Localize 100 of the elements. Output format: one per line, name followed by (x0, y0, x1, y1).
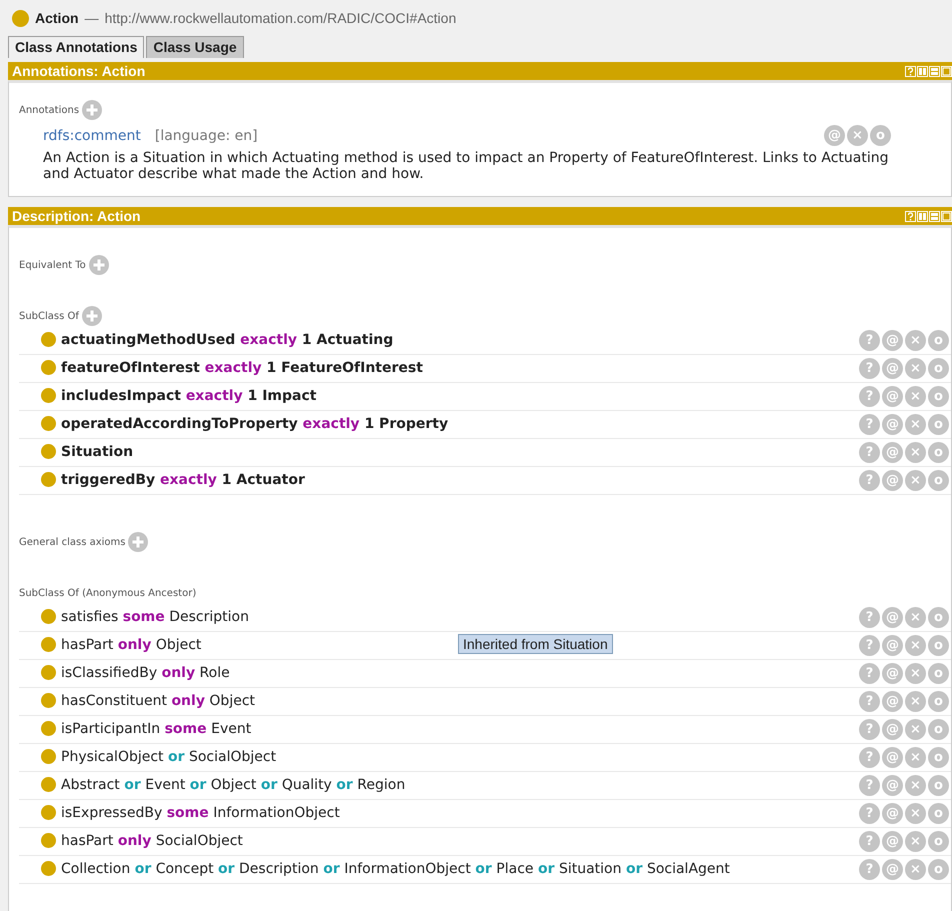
row-action-button[interactable]: @ (882, 607, 903, 628)
tab[interactable]: Class Usage (146, 36, 244, 58)
class-icon (41, 444, 56, 459)
row-action-button[interactable]: o (928, 859, 949, 880)
row-action-button[interactable]: o (928, 414, 949, 435)
class-icon (41, 665, 56, 680)
row-action-button[interactable]: o (928, 747, 949, 768)
row-action-button[interactable]: × (905, 442, 926, 463)
add-icon[interactable] (82, 306, 102, 326)
row-action-button[interactable]: @ (882, 470, 903, 491)
row-action-button[interactable]: @ (882, 747, 903, 768)
axiom-text: PhysicalObject or SocialObject (61, 748, 276, 767)
property-link[interactable]: rdfs:comment (43, 128, 141, 144)
row-action-button[interactable]: × (905, 358, 926, 379)
row-action-button[interactable]: @ (882, 803, 903, 824)
help-icon[interactable] (905, 66, 916, 76)
panel-title: Annotations: Action (12, 63, 146, 79)
axiom-text: actuatingMethodUsed exactly 1 Actuating (61, 331, 394, 350)
row-action-button[interactable]: o (928, 442, 949, 463)
row-action-button[interactable]: ? (859, 803, 880, 824)
row-action-button[interactable]: × (905, 719, 926, 740)
row-action-button[interactable]: @ (882, 330, 903, 351)
row-action-button[interactable]: × (905, 470, 926, 491)
window-icon[interactable] (941, 210, 952, 222)
row-action-button[interactable]: × (905, 859, 926, 880)
row-action-button[interactable]: × (905, 803, 926, 824)
row-action-button[interactable]: o (928, 386, 949, 407)
row-action-button[interactable]: ? (859, 358, 880, 379)
row-action-button[interactable]: @ (882, 663, 903, 684)
row-action-button[interactable]: o (928, 358, 949, 379)
row-action-button[interactable]: o (928, 663, 949, 684)
class-icon (41, 805, 56, 820)
row-action-button[interactable]: × (905, 663, 926, 684)
row-action-button[interactable]: × (847, 125, 868, 146)
row-action-button[interactable]: ? (859, 831, 880, 852)
class-icon (41, 609, 56, 624)
row-action-button[interactable]: @ (882, 358, 903, 379)
row-action-button[interactable]: × (905, 607, 926, 628)
row-action-button[interactable]: ? (859, 747, 880, 768)
row-action-button[interactable]: ? (859, 330, 880, 351)
row-action-button[interactable]: o (928, 719, 949, 740)
row-action-button[interactable]: × (905, 386, 926, 407)
row-action-button[interactable]: @ (882, 859, 903, 880)
add-icon[interactable] (82, 100, 102, 120)
row-action-button[interactable]: ? (859, 442, 880, 463)
split-columns-icon[interactable] (917, 210, 928, 222)
class-icon (41, 388, 56, 403)
class-icon (12, 10, 29, 26)
row-action-button[interactable]: ? (859, 635, 880, 656)
row-action-button[interactable]: × (905, 747, 926, 768)
split-columns-icon[interactable] (917, 66, 928, 76)
row-action-button[interactable]: ? (859, 470, 880, 491)
row-action-button[interactable]: ? (859, 719, 880, 740)
row-action-button[interactable]: @ (882, 635, 903, 656)
row-action-button[interactable]: @ (824, 125, 845, 146)
window-icon[interactable] (941, 66, 952, 76)
row-action-button[interactable]: o (928, 330, 949, 351)
row-action-button[interactable]: ? (859, 775, 880, 796)
help-icon[interactable] (905, 210, 916, 222)
row-action-button[interactable]: o (870, 125, 891, 146)
row-action-button[interactable]: ? (859, 386, 880, 407)
row-action-button[interactable]: o (928, 607, 949, 628)
class-icon (41, 749, 56, 764)
row-action-button[interactable]: × (905, 775, 926, 796)
row-action-button[interactable]: o (928, 635, 949, 656)
row-action-button[interactable]: ? (859, 859, 880, 880)
row-action-button[interactable]: o (928, 803, 949, 824)
row-action-button[interactable]: o (928, 775, 949, 796)
section-label: Equivalent To (19, 260, 86, 270)
row-action-button[interactable]: × (905, 414, 926, 435)
row-action-button[interactable]: × (905, 330, 926, 351)
row-action-button[interactable]: ? (859, 691, 880, 712)
row-action-button[interactable]: × (905, 831, 926, 852)
class-icon (41, 833, 56, 848)
row-action-button[interactable]: @ (882, 442, 903, 463)
row-action-button[interactable]: ? (859, 663, 880, 684)
add-icon[interactable] (88, 255, 109, 275)
row-action-button[interactable]: × (905, 635, 926, 656)
row-action-button[interactable]: o (928, 831, 949, 852)
row-action-button[interactable]: × (905, 691, 926, 712)
tab[interactable]: Class Annotations (8, 36, 144, 58)
tooltip: Inherited from Situation (458, 634, 613, 654)
axiom-text: includesImpact exactly 1 Impact (61, 387, 316, 406)
row-action-button[interactable]: ? (859, 414, 880, 435)
row-action-button[interactable]: @ (882, 831, 903, 852)
row-action-button[interactable]: @ (882, 775, 903, 796)
section-label: SubClass Of (19, 310, 79, 322)
row-action-button[interactable]: o (928, 470, 949, 491)
row-action-button[interactable]: @ (882, 386, 903, 407)
row-action-button[interactable]: @ (882, 691, 903, 712)
split-rows-icon[interactable] (929, 210, 940, 222)
add-icon[interactable] (128, 532, 148, 552)
row-action-button[interactable]: ? (859, 607, 880, 628)
class-icon (41, 332, 56, 347)
split-rows-icon[interactable] (929, 66, 940, 76)
axiom-text: hasPart only SocialObject (61, 832, 243, 851)
annotation-text: An Action is a Situation in which Actuating method is used to impact an Property of FeatureOfInterest. Links to Actuating and Actuator describe what made the Action and how. (43, 150, 890, 182)
row-action-button[interactable]: o (928, 691, 949, 712)
row-action-button[interactable]: @ (882, 414, 903, 435)
row-action-button[interactable]: @ (882, 719, 903, 740)
